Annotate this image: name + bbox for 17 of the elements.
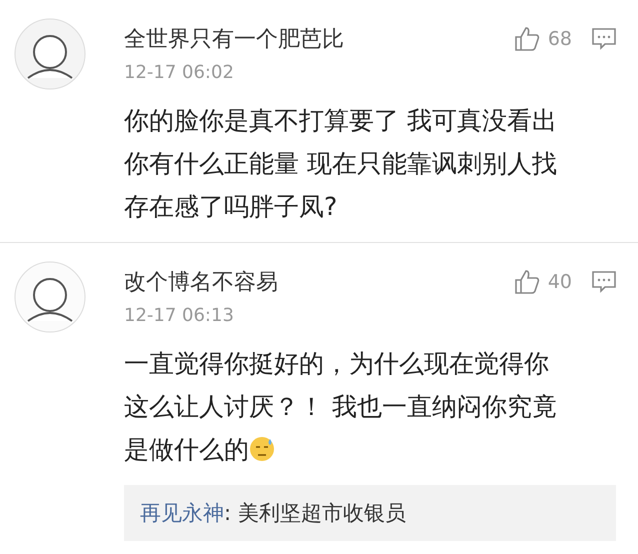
comment-icon[interactable] [592, 28, 616, 50]
reply-text: 再见永神: 美利坚超市收银员 [124, 485, 616, 541]
like-count: 68 [548, 28, 572, 50]
like-count: 40 [548, 271, 572, 293]
comment-time: 12-17 06:02 [124, 62, 235, 83]
user-name[interactable]: 全世界只有一个肥芭比 [124, 24, 514, 54]
comment-icon[interactable] [592, 271, 616, 293]
reply-author-link[interactable]: 再见永神 [140, 501, 224, 525]
thumbs-up-icon[interactable] [514, 26, 540, 52]
comment-text: 你的脸你是真不打算要了 我可真没看出 你有什么正能量 现在只能靠讽刺别人找 存在感了吗胖子凤? [124, 105, 558, 223]
comment-text: 一直觉得你挺好的，为什么现在觉得你 这么让人讨厌？！ 我也一直纳闷你究竟 是做什么的 [124, 348, 558, 466]
thumbs-up-icon[interactable] [514, 269, 540, 295]
comment-time: 12-17 06:13 [124, 305, 235, 326]
avatar[interactable] [14, 18, 86, 90]
avatar[interactable] [14, 261, 86, 333]
sweat-emoji-icon [249, 436, 275, 462]
user-name[interactable]: 改个博名不容易 [124, 267, 514, 297]
